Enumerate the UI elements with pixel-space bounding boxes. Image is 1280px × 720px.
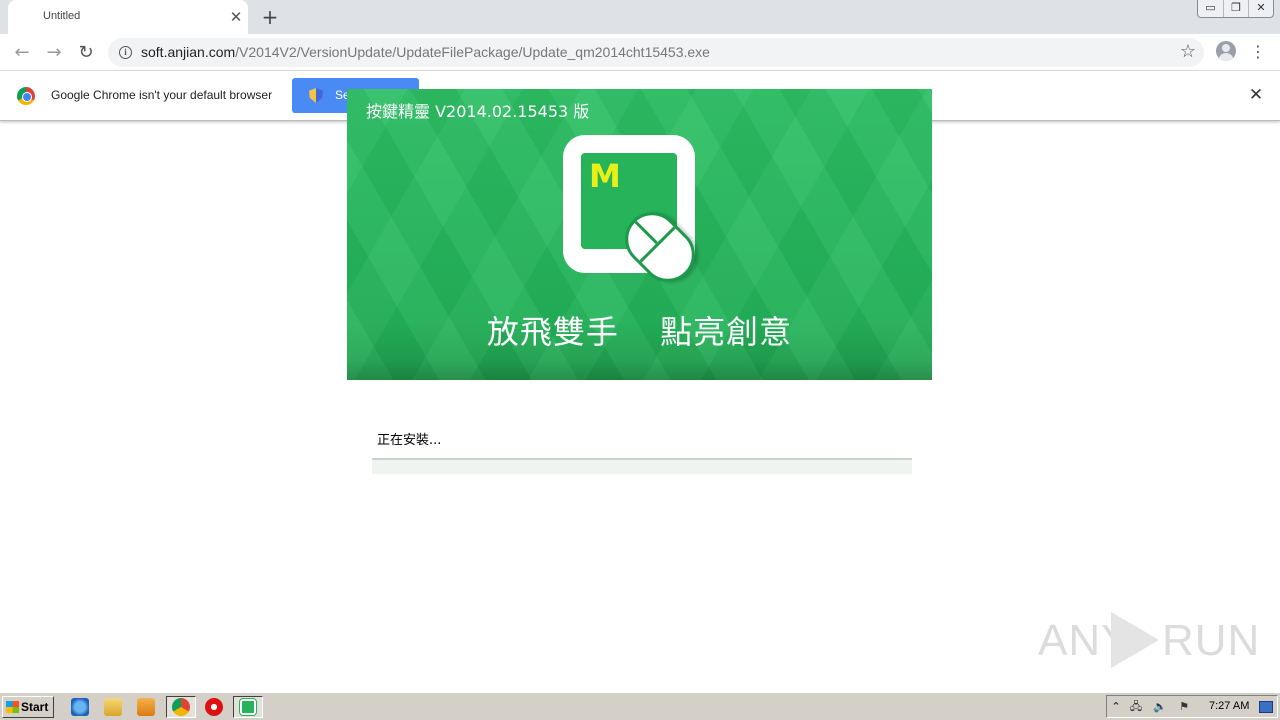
browser-toolbar: ← → ↻ i soft.anjian.com/V2014V2/VersionU…: [0, 34, 1280, 71]
install-status: 正在安裝...: [377, 433, 442, 448]
mouse-button-divider: [634, 220, 658, 245]
play-icon: [1111, 612, 1159, 668]
profile-avatar-icon[interactable]: [1216, 41, 1236, 61]
bookmark-star-icon[interactable]: ☆: [1180, 41, 1196, 62]
opera-icon[interactable]: [205, 698, 223, 716]
forward-icon[interactable]: →: [42, 41, 66, 65]
installer-slogan: 放飛雙手 點亮創意: [486, 313, 793, 351]
installer-title: 按鍵精靈 V2014.02.15453 版: [366, 102, 590, 121]
tab-strip: Untitled ✕ + ▭ ❐ ✕: [0, 0, 1280, 34]
watermark-right-text: RUN: [1162, 616, 1261, 665]
app-logo-letter: M: [589, 157, 621, 195]
installer-app-icon: [239, 698, 257, 716]
show-desktop-icon[interactable]: [1259, 701, 1273, 713]
install-progress-bar: [372, 458, 912, 474]
taskbar-installer-button[interactable]: [233, 696, 263, 718]
minimize-icon[interactable]: ▭: [1198, 0, 1223, 17]
infobar-message: Google Chrome isn't your default browser: [51, 88, 273, 102]
menu-dots-icon[interactable]: ⋮: [1250, 40, 1266, 64]
url-host: soft.anjian.com: [141, 44, 236, 60]
tab-title: Untitled: [43, 10, 81, 22]
browser-tab[interactable]: Untitled ✕: [8, 0, 248, 34]
back-icon[interactable]: ←: [10, 41, 34, 65]
tray-expand-icon[interactable]: ⌃: [1109, 700, 1123, 714]
taskbar: Start ⌃ 🖧 🔈 ⚑ 7:27 AM: [0, 692, 1280, 720]
address-bar[interactable]: i soft.anjian.com/V2014V2/VersionUpdate/…: [108, 38, 1204, 67]
network-icon[interactable]: 🖧: [1129, 700, 1143, 714]
url-text: soft.anjian.com/V2014V2/VersionUpdate/Up…: [141, 44, 710, 60]
media-player-icon[interactable]: [137, 698, 155, 716]
clock[interactable]: 7:27 AM: [1209, 700, 1249, 712]
windows-logo-icon: [6, 701, 19, 713]
start-button[interactable]: Start: [2, 696, 54, 718]
volume-icon[interactable]: 🔈: [1153, 700, 1167, 714]
anyrun-watermark: ANY RUN: [1038, 610, 1259, 670]
tab-close-icon[interactable]: ✕: [226, 7, 246, 27]
window-controls: ▭ ❐ ✕: [1197, 0, 1274, 18]
reload-icon[interactable]: ↻: [74, 41, 98, 65]
chrome-icon: [172, 698, 190, 716]
infobar-close-icon[interactable]: ✕: [1246, 85, 1266, 105]
start-label: Start: [21, 700, 49, 714]
installer-window: 按鍵精靈 V2014.02.15453 版 M 放飛雙手 點亮創意 正在安裝..…: [347, 89, 932, 479]
new-tab-icon[interactable]: +: [258, 5, 282, 29]
folder-icon[interactable]: [104, 698, 122, 716]
uac-shield-icon: [309, 88, 323, 103]
internet-explorer-icon[interactable]: [71, 698, 89, 716]
info-icon[interactable]: i: [119, 46, 132, 59]
action-center-flag-icon[interactable]: ⚑: [1177, 700, 1191, 714]
restore-icon[interactable]: ❐: [1223, 0, 1248, 17]
banner-shade: [347, 360, 932, 380]
installer-banner: 按鍵精靈 V2014.02.15453 版 M 放飛雙手 點亮創意: [347, 89, 932, 380]
url-path: /V2014V2/VersionUpdate/UpdateFilePackage…: [235, 44, 710, 60]
taskbar-chrome-button[interactable]: [166, 696, 196, 718]
chrome-logo-icon: [17, 87, 35, 105]
screen: Untitled ✕ + ▭ ❐ ✕ ← → ↻ i soft.anjian.c…: [0, 0, 1280, 720]
system-tray: ⌃ 🖧 🔈 ⚑ 7:27 AM: [1106, 695, 1278, 718]
close-window-icon[interactable]: ✕: [1248, 0, 1273, 17]
